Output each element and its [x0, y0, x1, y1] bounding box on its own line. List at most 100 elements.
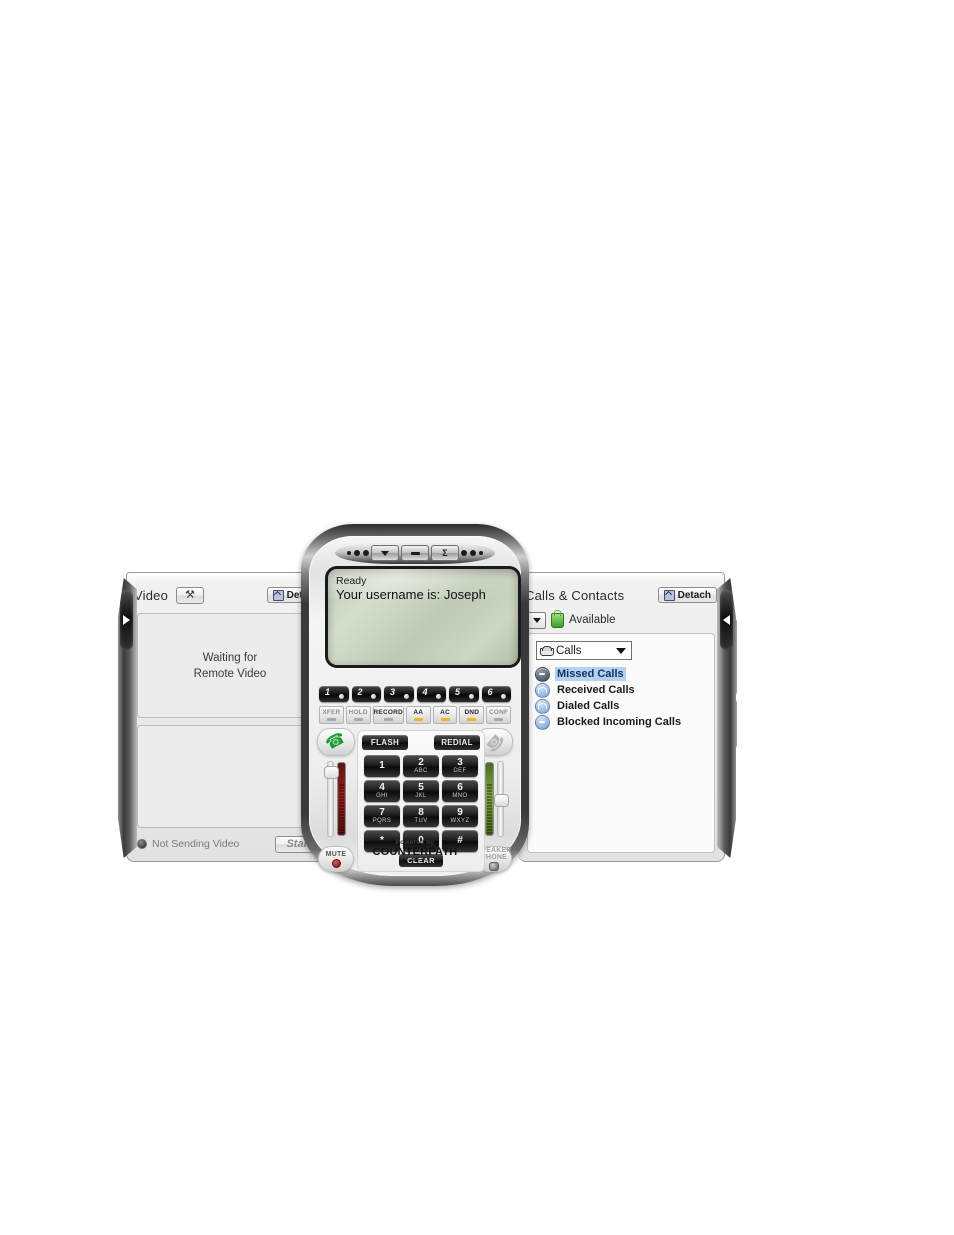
function-button-label: DND	[464, 709, 480, 716]
dialpad-key-7[interactable]: 7 PQRS	[364, 805, 400, 827]
grille-dot	[354, 550, 360, 556]
slider-knob[interactable]	[323, 766, 339, 779]
nav-down-button[interactable]	[371, 545, 399, 561]
right-expand-button[interactable]	[720, 590, 733, 650]
chevron-down-icon	[532, 617, 541, 623]
line-button-1[interactable]: 1	[319, 686, 349, 702]
calls-detach-label: Detach	[677, 589, 711, 601]
function-button-xfer[interactable]: XFER	[319, 706, 344, 724]
dialpad-key-1[interactable]: 1	[364, 755, 400, 777]
line-button-2[interactable]: 2	[351, 686, 381, 702]
right-panel-edge-handle[interactable]	[717, 578, 736, 858]
wrench-icon: ⚒	[185, 588, 195, 601]
line-led-icon	[403, 694, 409, 699]
function-button-label: RECORD	[373, 709, 403, 716]
calls-detach-button[interactable]: Detach	[657, 587, 717, 603]
calls-type-select[interactable]: Calls	[536, 641, 632, 660]
dialpad-key-5[interactable]: 5 JKL	[403, 780, 439, 802]
dialpad-key-8[interactable]: 8 TUV	[403, 805, 439, 827]
dialpad-key-2[interactable]: 2 ABC	[403, 755, 439, 777]
blocked-call-icon	[535, 714, 550, 730]
grille-dot	[363, 550, 369, 556]
list-item-label: Blocked Incoming Calls	[557, 716, 682, 728]
dialpad-key-6[interactable]: 6 MNO	[442, 780, 478, 802]
dialpad-key-letters: PQRS	[372, 817, 392, 824]
presence-dropdown-button[interactable]	[527, 611, 546, 629]
left-expand-button[interactable]	[120, 590, 133, 650]
list-item-label: Received Calls	[557, 684, 635, 696]
remote-video-caption: Waiting for Remote Video	[138, 650, 322, 682]
microphone-volume-control[interactable]	[315, 760, 357, 838]
received-call-icon	[535, 682, 550, 698]
panel-top-sheen	[518, 573, 724, 582]
arrow-left-icon	[723, 615, 730, 625]
list-item-blocked-incoming-calls[interactable]: Blocked Incoming Calls	[532, 714, 710, 730]
function-button-conf[interactable]: CONF	[486, 706, 511, 724]
left-panel-edge-handle[interactable]	[118, 578, 137, 858]
video-status-led-icon	[137, 839, 147, 849]
grille-dot	[470, 550, 476, 556]
line-button-5[interactable]: 5	[449, 686, 479, 702]
line-button-label: 5	[455, 687, 461, 697]
dialpad-key-9[interactable]: 9 WXYZ	[442, 805, 478, 827]
lcd-status-line: Ready	[336, 575, 367, 587]
nav-select-button[interactable]	[401, 545, 429, 561]
list-item-dialed-calls[interactable]: Dialed Calls	[532, 698, 710, 714]
dialpad-key-number: 7	[379, 806, 385, 818]
remote-video-caption-line1: Waiting for	[202, 651, 258, 664]
line-button-3[interactable]: 3	[384, 686, 414, 702]
list-item-missed-calls[interactable]: Missed Calls	[532, 666, 710, 682]
function-button-dnd[interactable]: DND	[459, 706, 485, 724]
handset-hangup-icon: ☎	[481, 729, 508, 756]
calls-list-container: Calls Missed Calls Received Calls Dialed	[527, 633, 715, 853]
grille-dot	[479, 551, 483, 555]
remote-video-caption-line2: Remote Video	[193, 667, 267, 680]
dialpad-key-3[interactable]: 3 DEF	[442, 755, 478, 777]
function-button-hold[interactable]: HOLD	[345, 706, 371, 724]
function-led-icon	[383, 718, 393, 721]
detach-icon	[272, 589, 284, 601]
list-item-received-calls[interactable]: Received Calls	[532, 682, 710, 698]
remote-video-area[interactable]: Waiting for Remote Video	[137, 613, 323, 718]
speaker-grille-left	[347, 550, 369, 556]
video-tools-button[interactable]: ⚒	[176, 586, 205, 604]
dialpad-key-letters: WXYZ	[450, 817, 470, 824]
line-button-4[interactable]: 4	[416, 686, 446, 702]
dialpad-key-letters: JKL	[415, 792, 427, 799]
line-button-6[interactable]: 6	[481, 686, 511, 702]
presence-status-row[interactable]: Available	[527, 609, 615, 629]
function-button-label: HOLD	[348, 709, 368, 716]
grille-dot	[461, 550, 467, 556]
calls-contacts-panel: Calls & Contacts Detach Available Calls	[518, 572, 725, 862]
calls-panel-title: Calls & Contacts	[525, 587, 625, 603]
arrow-right-icon	[123, 615, 130, 625]
slider-knob[interactable]	[493, 794, 509, 807]
flash-button[interactable]: FLASH	[362, 735, 408, 750]
microphone-volume-slider[interactable]	[323, 761, 339, 837]
dialpad-key-4[interactable]: 4 GHI	[364, 780, 400, 802]
line-button-label: 4	[422, 687, 428, 697]
line-led-icon	[468, 694, 474, 699]
line-led-icon	[338, 694, 344, 699]
nav-menu-button[interactable]: Σ	[431, 545, 459, 561]
redial-button[interactable]: REDIAL	[434, 735, 480, 750]
screenshot-canvas: Video ⚒ Detach Waiting for Remote Video	[0, 0, 954, 1235]
answer-call-button[interactable]: ☎	[317, 728, 355, 756]
function-button-label: AA	[413, 709, 424, 716]
function-button-label: AC	[440, 709, 450, 716]
dialpad-key-number: 6	[457, 781, 463, 793]
function-button-record[interactable]: RECORD	[372, 706, 404, 724]
chevron-down-icon	[616, 647, 626, 654]
function-led-icon	[440, 718, 450, 721]
local-video-area[interactable]	[137, 725, 323, 828]
function-button-label: CONF	[488, 709, 509, 716]
dialpad: 1 2 ABC 3 DEF 4 GHI 5 JKL 6 MNO 7 PQRS 8…	[364, 755, 478, 852]
line-button-label: 3	[390, 687, 396, 697]
speaker-volume-slider[interactable]	[493, 761, 509, 837]
function-led-icon	[494, 718, 504, 721]
function-button-aa[interactable]: AA	[405, 706, 431, 724]
function-button-ac[interactable]: AC	[432, 706, 458, 724]
line-buttons-row: 1 2 3 4 5 6	[319, 686, 511, 702]
chevron-down-icon	[381, 550, 389, 556]
speaker-level-meter	[484, 762, 494, 836]
